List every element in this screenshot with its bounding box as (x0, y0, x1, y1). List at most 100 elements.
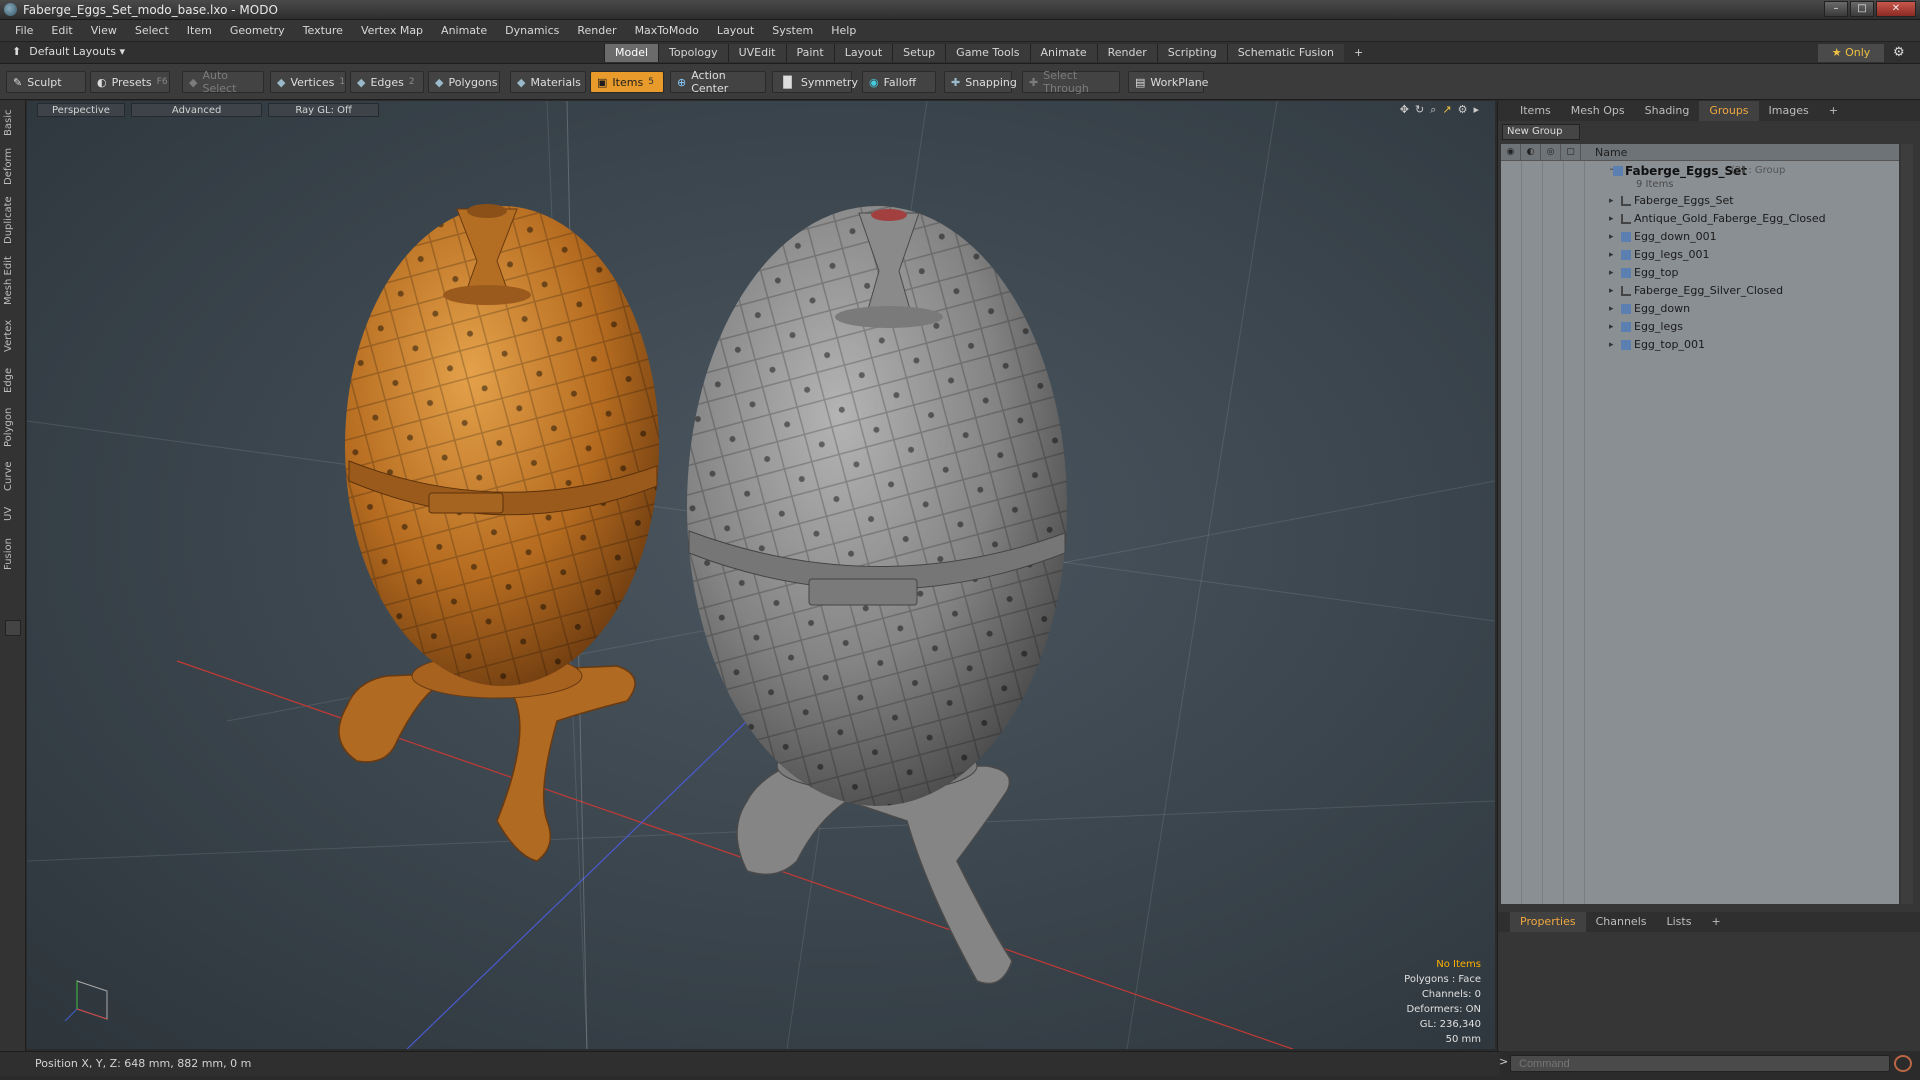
tool-tab-edge[interactable]: Edge (3, 364, 23, 396)
tab-properties[interactable]: Properties (1510, 912, 1586, 932)
tree-item[interactable]: ▸ Egg_down (1501, 300, 1899, 318)
menu-help[interactable]: Help (822, 24, 865, 37)
view-shading-advanced[interactable]: Advanced (130, 103, 263, 117)
new-group-button[interactable]: New Group (1502, 124, 1580, 140)
add-props-tab-button[interactable]: + (1701, 912, 1730, 932)
expand-icon[interactable]: ▸ (1609, 210, 1614, 228)
auto-select-button[interactable]: ◆ Auto Select (182, 69, 264, 95)
maximize-button[interactable]: □ (1850, 1, 1874, 17)
tab-render[interactable]: Render (1096, 44, 1157, 62)
workplane-button[interactable]: ▤ WorkPlane (1128, 71, 1208, 93)
expand-icon[interactable]: ▸ (1609, 246, 1614, 264)
tree-item[interactable]: ▸ Egg_legs_001 (1501, 246, 1899, 264)
menu-layout[interactable]: Layout (708, 24, 763, 37)
expand-icon[interactable]: ▸ (1609, 300, 1614, 318)
tab-lists[interactable]: Lists (1657, 912, 1702, 932)
tool-tab-vertex[interactable]: Vertex (3, 316, 23, 356)
group-row[interactable]: − Faberge_Eggs_Set (2) : Group 9 Items (1501, 162, 1899, 192)
fit-view-icon[interactable]: ↗ (1442, 103, 1451, 117)
polygons-button[interactable]: ◆ Polygons (428, 71, 500, 93)
tab-shading[interactable]: Shading (1635, 101, 1700, 121)
menu-edit[interactable]: Edit (42, 24, 81, 37)
tool-tab-mesh-edit[interactable]: Mesh Edit (3, 254, 23, 308)
expand-icon[interactable]: ▸ (1609, 228, 1614, 246)
gear-icon[interactable]: ⚙ (1893, 45, 1905, 60)
viewport-settings-icon[interactable]: ⚙ (1458, 103, 1468, 117)
menu-select[interactable]: Select (126, 24, 178, 37)
tree-scrollbar[interactable] (1901, 144, 1913, 904)
visibility-col-icon[interactable]: ◉ (1501, 143, 1521, 161)
sculpt-button[interactable]: ✎ Sculpt (6, 71, 86, 93)
zoom-view-icon[interactable]: ⌕ (1430, 103, 1436, 117)
minimize-button[interactable]: – (1824, 1, 1848, 17)
tab-uvedit[interactable]: UVEdit (727, 44, 786, 62)
tool-tab-fusion[interactable]: Fusion (3, 534, 23, 574)
tool-tab-polygon[interactable]: Polygon (3, 404, 23, 450)
menu-vertex-map[interactable]: Vertex Map (352, 24, 432, 37)
tree-item[interactable]: ▸ Antique_Gold_Faberge_Egg_Closed (1501, 210, 1899, 228)
layout-selector[interactable]: ⬆ Default Layouts ▾ (12, 45, 125, 58)
tree-item[interactable]: ▸ Egg_down_001 (1501, 228, 1899, 246)
tab-model[interactable]: Model (604, 44, 659, 62)
menu-maxtomodo[interactable]: MaxToModo (626, 24, 708, 37)
tab-mesh-ops[interactable]: Mesh Ops (1561, 101, 1635, 121)
action-center-button[interactable]: ⊕ Action Center (670, 69, 766, 95)
select-through-button[interactable]: ✚ Select Through (1022, 69, 1120, 95)
menu-dynamics[interactable]: Dynamics (496, 24, 568, 37)
menu-texture[interactable]: Texture (294, 24, 352, 37)
tool-tab-duplicate[interactable]: Duplicate (3, 194, 23, 246)
lock-col-icon[interactable]: ◎ (1541, 143, 1561, 161)
tree-item[interactable]: ▸ Egg_legs (1501, 318, 1899, 336)
expand-icon[interactable]: ▸ (1609, 264, 1614, 282)
expand-icon[interactable]: ▸ (1609, 336, 1614, 354)
items-button[interactable]: ▣ Items 5 (590, 71, 664, 93)
name-column-header[interactable]: Name (1581, 146, 1627, 159)
viewport-menu-arrow-icon[interactable]: ▸ (1473, 103, 1479, 117)
tree-item[interactable]: ▸ Faberge_Egg_Silver_Closed (1501, 282, 1899, 300)
materials-button[interactable]: ◆ Materials (510, 71, 586, 93)
rotate-view-icon[interactable]: ↻ (1415, 103, 1424, 117)
symmetry-button[interactable]: ▐▌ Symmetry (772, 71, 858, 93)
select-col-icon[interactable]: ▢ (1561, 143, 1581, 161)
tab-images[interactable]: Images (1759, 101, 1819, 121)
menu-animate[interactable]: Animate (432, 24, 496, 37)
menu-geometry[interactable]: Geometry (221, 24, 294, 37)
menu-item[interactable]: Item (178, 24, 221, 37)
tab-schematic-fusion[interactable]: Schematic Fusion (1226, 44, 1345, 62)
menu-system[interactable]: System (763, 24, 822, 37)
edges-button[interactable]: ◆ Edges 2 (350, 71, 424, 93)
tab-groups[interactable]: Groups (1699, 101, 1759, 121)
tool-tab-curve[interactable]: Curve (3, 458, 23, 494)
tab-animate[interactable]: Animate (1029, 44, 1097, 62)
view-type-perspective[interactable]: Perspective (37, 103, 125, 117)
add-tab-button[interactable]: + (1344, 44, 1373, 62)
render-col-icon[interactable]: ◐ (1521, 143, 1541, 161)
3d-viewport[interactable]: Perspective Advanced Ray GL: Off ✥ ↻ ⌕ ↗… (27, 101, 1495, 1049)
tab-scripting[interactable]: Scripting (1156, 44, 1227, 62)
add-panel-tab-button[interactable]: + (1819, 101, 1848, 121)
tool-tab-basic[interactable]: Basic (3, 106, 23, 140)
tool-tab-deform[interactable]: Deform (3, 146, 23, 186)
expand-icon[interactable]: ▸ (1609, 318, 1614, 336)
tree-item[interactable]: ▸ Faberge_Eggs_Set (1501, 192, 1899, 210)
close-button[interactable]: ✕ (1876, 1, 1916, 17)
tab-setup[interactable]: Setup (892, 44, 946, 62)
tree-item[interactable]: ▸ Egg_top_001 (1501, 336, 1899, 354)
command-history-icon[interactable] (1894, 1055, 1912, 1072)
tab-topology[interactable]: Topology (658, 44, 728, 62)
vertices-button[interactable]: ◆ Vertices 1 (270, 71, 346, 93)
ray-gl-toggle[interactable]: Ray GL: Off (268, 103, 379, 117)
command-input[interactable] (1510, 1055, 1890, 1072)
strip-toggle-button[interactable] (5, 620, 21, 636)
menu-file[interactable]: File (6, 24, 42, 37)
tab-items[interactable]: Items (1510, 101, 1561, 121)
expand-icon[interactable]: ▸ (1609, 282, 1614, 300)
tool-tab-uv[interactable]: UV (3, 502, 23, 526)
menu-view[interactable]: View (82, 24, 126, 37)
tree-item[interactable]: ▸ Egg_top (1501, 264, 1899, 282)
expand-icon[interactable]: ▸ (1609, 192, 1614, 210)
tab-channels[interactable]: Channels (1586, 912, 1657, 932)
menu-render[interactable]: Render (568, 24, 625, 37)
falloff-button[interactable]: ◉ Falloff (862, 71, 936, 93)
tab-game-tools[interactable]: Game Tools (945, 44, 1030, 62)
